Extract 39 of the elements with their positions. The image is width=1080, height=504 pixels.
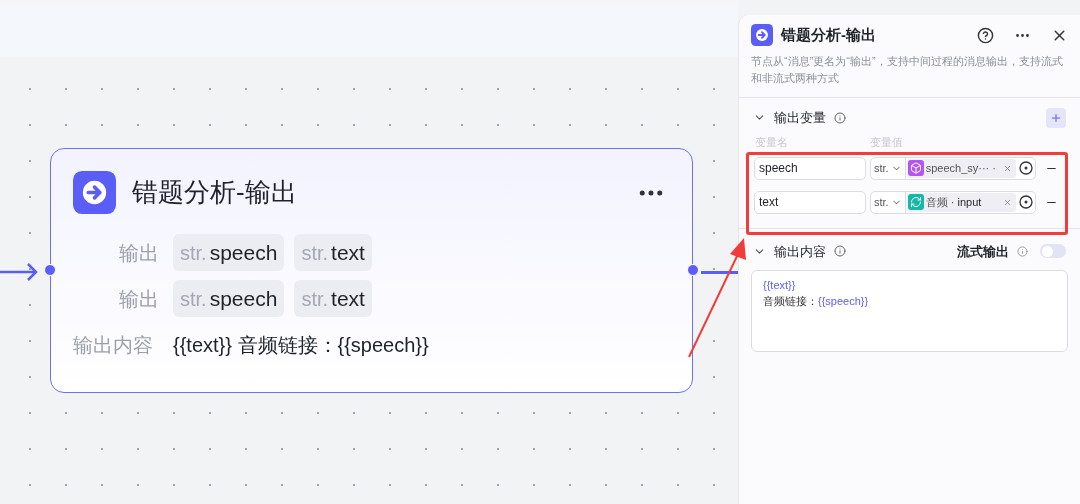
clear-icon[interactable] <box>1003 163 1012 173</box>
variable-tag: str.text <box>294 234 372 271</box>
target-icon[interactable] <box>1019 195 1033 209</box>
content-label: 输出内容 <box>73 333 154 358</box>
variable-reference: {{speech}} <box>818 294 869 309</box>
source-name: speech_sy··· · <box>925 160 997 176</box>
input-handle[interactable] <box>44 264 56 276</box>
panel-description: 节点从“消息”更名为“输出”，支持中间过程的消息输出，支持流式和非流式两种方式 <box>739 52 1080 98</box>
clear-icon[interactable] <box>1003 197 1012 207</box>
info-icon <box>1017 245 1028 257</box>
target-icon[interactable] <box>1019 161 1033 175</box>
content-text: 音频链接： <box>763 294 818 309</box>
value-field[interactable]: str. speech_sy··· · <box>870 156 1036 180</box>
panel-title: 错题分析-输出 <box>781 25 877 45</box>
variable-tag: str.text <box>294 280 372 317</box>
name-field[interactable]: text <box>754 190 866 214</box>
section-title: 输出变量 <box>774 108 826 127</box>
cube-icon <box>907 160 924 176</box>
row-label: 输出 <box>118 286 159 312</box>
row-label: 输出 <box>118 240 159 266</box>
name-field[interactable]: speech <box>754 156 866 180</box>
stream-toggle[interactable] <box>1040 244 1066 259</box>
source-name: 音频 · input <box>925 194 983 210</box>
content-text: {{text}} 音频链接：{{speech}} <box>173 333 429 358</box>
loop-icon <box>907 194 924 210</box>
connector-line <box>701 271 738 275</box>
plus-icon <box>1050 111 1062 124</box>
stream-label: 流式输出 <box>957 242 1009 261</box>
content-editor[interactable]: {{text}} 音频链接：{{speech}} <box>751 270 1068 352</box>
info-icon <box>834 245 846 258</box>
node-title: 错题分析-输出 <box>132 176 298 209</box>
value-field[interactable]: str. 音频 · input <box>870 190 1036 214</box>
help-icon[interactable] <box>977 26 994 44</box>
variable-tag: str.speech <box>173 234 285 271</box>
variable-reference: {{text}} <box>763 278 796 293</box>
info-icon <box>834 111 846 124</box>
variable-tag: str.speech <box>173 280 285 317</box>
section-title: 输出内容 <box>774 242 826 261</box>
node-card[interactable]: 错题分析-输出 输出 str.speech str.text 输出 str.speech str.text 输出内容 {{text}} 音频链接：{{speech}} <box>50 148 693 393</box>
